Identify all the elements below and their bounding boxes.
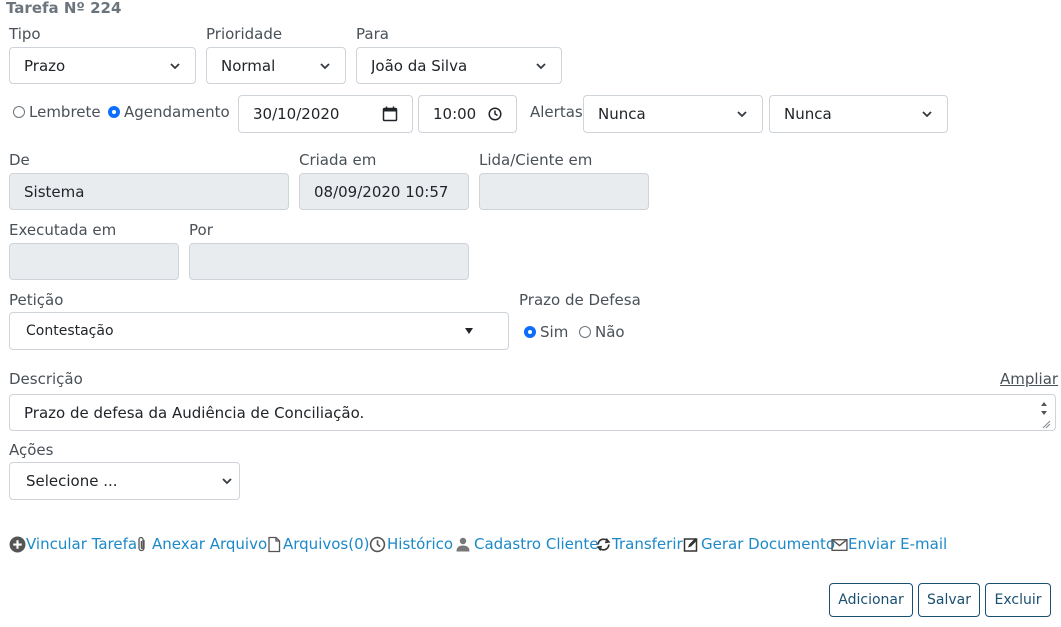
calendar-icon[interactable] bbox=[382, 106, 398, 122]
de-value: Sistema bbox=[24, 182, 85, 201]
cadastro-cliente-label: Cadastro Cliente bbox=[474, 535, 599, 553]
radio-agendamento[interactable]: Agendamento bbox=[108, 103, 230, 121]
enviar-email-link[interactable]: Enviar E-mail bbox=[831, 535, 947, 553]
label-para: Para bbox=[356, 25, 389, 43]
radio-agendamento-circle[interactable] bbox=[108, 106, 120, 118]
label-lida-em: Lida/Ciente em bbox=[479, 151, 593, 169]
peticao-select[interactable]: Contestação bbox=[9, 312, 509, 350]
radio-lembrete-label: Lembrete bbox=[29, 103, 101, 121]
anexar-arquivo-link[interactable]: Anexar Arquivo bbox=[136, 535, 267, 553]
vincular-tarefa-link[interactable]: Vincular Tarefa bbox=[9, 535, 137, 553]
arquivos-label: Arquivos(0) bbox=[283, 535, 370, 553]
adicionar-button[interactable]: Adicionar bbox=[829, 583, 913, 617]
date-value: 30/10/2020 bbox=[253, 105, 340, 123]
historico-link[interactable]: Histórico bbox=[369, 535, 453, 553]
vincular-tarefa-label: Vincular Tarefa bbox=[26, 535, 138, 553]
radio-nao[interactable]: Não bbox=[579, 323, 625, 341]
clock-icon[interactable] bbox=[488, 107, 502, 121]
para-value: João da Silva bbox=[371, 56, 468, 75]
date-input[interactable]: 30/10/2020 bbox=[238, 95, 413, 133]
arquivos-link[interactable]: Arquivos(0) bbox=[267, 535, 369, 553]
paperclip-icon bbox=[138, 536, 145, 551]
chevron-down-icon bbox=[536, 62, 546, 69]
peticao-value: Contestação bbox=[26, 323, 114, 339]
radio-lembrete[interactable]: Lembrete bbox=[13, 103, 101, 121]
label-prioridade: Prioridade bbox=[206, 25, 283, 43]
page-title: Tarefa Nº 224 bbox=[6, 0, 122, 17]
radio-sim-label: Sim bbox=[540, 323, 569, 341]
transferir-link[interactable]: Transferir bbox=[595, 535, 683, 553]
label-de: De bbox=[9, 151, 30, 169]
chevron-down-icon bbox=[170, 62, 180, 69]
alerta-select-1[interactable]: Nunca bbox=[583, 95, 763, 133]
label-acoes: Ações bbox=[9, 441, 54, 459]
gerar-documento-label: Gerar Documento bbox=[701, 535, 836, 553]
anexar-arquivo-label: Anexar Arquivo bbox=[152, 535, 268, 553]
alerta-select-2[interactable]: Nunca bbox=[769, 95, 948, 133]
file-icon bbox=[268, 536, 281, 552]
cadastro-cliente-link[interactable]: Cadastro Cliente bbox=[455, 535, 599, 553]
enviar-email-label: Enviar E-mail bbox=[848, 535, 948, 553]
label-criada-em: Criada em bbox=[299, 151, 377, 169]
radio-sim-circle[interactable] bbox=[524, 326, 536, 338]
descricao-textarea[interactable]: Prazo de defesa da Audiência de Concilia… bbox=[9, 394, 1056, 431]
tipo-value: Prazo bbox=[24, 56, 66, 75]
user-icon bbox=[456, 537, 470, 551]
radio-agendamento-label: Agendamento bbox=[124, 103, 230, 121]
executada-em-field bbox=[9, 243, 179, 280]
tipo-select[interactable]: Prazo bbox=[9, 47, 196, 84]
radio-nao-label: Não bbox=[595, 323, 625, 341]
salvar-button[interactable]: Salvar bbox=[918, 583, 980, 617]
caret-down-icon bbox=[465, 328, 473, 334]
acoes-select[interactable]: Selecione ... bbox=[9, 462, 240, 500]
excluir-button[interactable]: Excluir bbox=[985, 583, 1051, 617]
radio-nao-circle[interactable] bbox=[579, 326, 591, 338]
alerta-2-value: Nunca bbox=[784, 105, 832, 123]
chevron-down-icon bbox=[922, 111, 932, 118]
criada-em-field: 08/09/2020 10:57 bbox=[299, 173, 469, 210]
por-field bbox=[189, 243, 469, 280]
plus-circle-icon bbox=[9, 536, 26, 552]
alerta-1-value: Nunca bbox=[598, 105, 646, 123]
label-alertas: Alertas bbox=[530, 103, 583, 121]
descricao-value: Prazo de defesa da Audiência de Concilia… bbox=[24, 403, 365, 422]
radio-sim[interactable]: Sim bbox=[524, 323, 568, 341]
time-input[interactable]: 10:00 bbox=[418, 95, 517, 133]
chevron-down-icon bbox=[737, 111, 747, 118]
transferir-label: Transferir bbox=[612, 535, 683, 553]
chevron-down-icon bbox=[320, 62, 330, 69]
refresh-icon bbox=[596, 537, 611, 551]
para-select[interactable]: João da Silva bbox=[356, 47, 562, 84]
gerar-documento-link[interactable]: Gerar Documento bbox=[683, 535, 835, 553]
ampliar-link[interactable]: Ampliar bbox=[1000, 370, 1058, 388]
acoes-value: Selecione ... bbox=[26, 472, 118, 490]
label-por: Por bbox=[189, 221, 213, 239]
criada-em-value: 08/09/2020 10:57 bbox=[314, 182, 449, 201]
time-value: 10:00 bbox=[433, 105, 477, 123]
label-descricao: Descrição bbox=[9, 370, 83, 388]
chevron-down-icon bbox=[222, 478, 232, 485]
envelope-icon bbox=[831, 538, 848, 551]
historico-label: Histórico bbox=[387, 535, 454, 553]
lida-em-field bbox=[479, 173, 649, 210]
radio-lembrete-circle[interactable] bbox=[13, 106, 25, 118]
de-field: Sistema bbox=[9, 173, 289, 210]
edit-document-icon bbox=[683, 537, 698, 552]
prioridade-value: Normal bbox=[221, 56, 276, 75]
label-tipo: Tipo bbox=[9, 25, 41, 43]
clock-history-icon bbox=[369, 536, 386, 552]
label-executada-em: Executada em bbox=[9, 221, 117, 239]
textarea-spinner-icon[interactable] bbox=[1037, 396, 1051, 430]
label-peticao: Petição bbox=[9, 291, 64, 309]
prioridade-select[interactable]: Normal bbox=[206, 47, 346, 84]
label-prazo-defesa: Prazo de Defesa bbox=[519, 291, 641, 309]
